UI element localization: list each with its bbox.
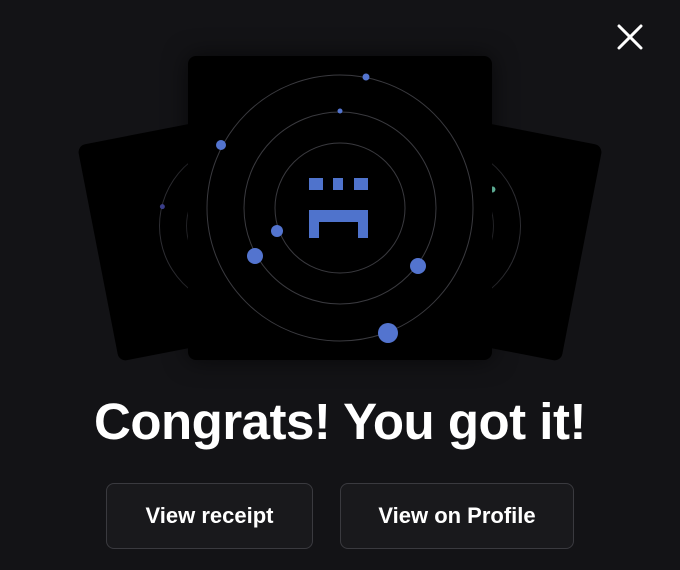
- orbit-planet: [216, 140, 226, 150]
- orbit-planet: [337, 108, 343, 114]
- view-receipt-button[interactable]: View receipt: [106, 483, 313, 549]
- card-center-artwork: [188, 56, 492, 360]
- view-on-profile-button[interactable]: View on Profile: [340, 483, 574, 549]
- orbit-planet: [362, 73, 370, 81]
- orbit-planet: [271, 225, 283, 237]
- sad-face-pixel-icon: [309, 178, 368, 238]
- close-button[interactable]: [607, 14, 653, 60]
- orbit-planet: [410, 258, 426, 274]
- orbit-planet: [247, 248, 263, 264]
- close-icon: [617, 24, 643, 50]
- orbit-planet: [378, 323, 398, 343]
- congrats-headline: Congrats! You got it!: [94, 393, 586, 450]
